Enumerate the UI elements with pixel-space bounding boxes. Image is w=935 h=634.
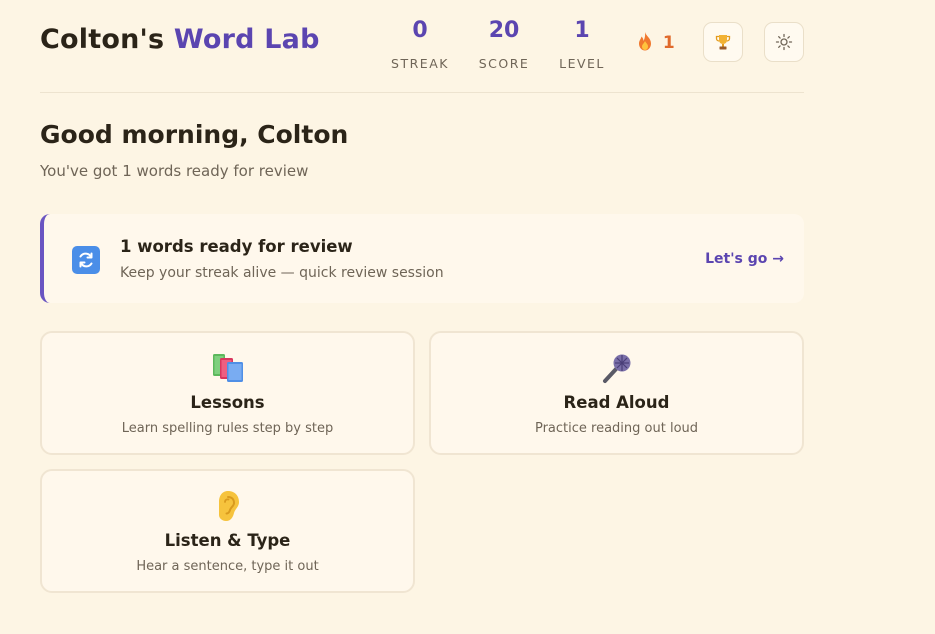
read-aloud-title: Read Aloud	[563, 393, 670, 412]
stat-level-label: LEVEL	[559, 56, 605, 71]
lessons-subtitle: Learn spelling rules step by step	[121, 421, 334, 436]
stat-streak-label: STREAK	[391, 56, 449, 71]
stat-level: 1 LEVEL	[542, 16, 622, 71]
refresh-icon	[72, 246, 100, 274]
settings-button[interactable]	[764, 22, 804, 62]
stat-streak: 0 STREAK	[380, 16, 460, 71]
lessons-title: Lessons	[190, 393, 265, 412]
stat-score-value: 20	[488, 18, 520, 43]
app-title: Colton's Word Lab	[40, 24, 320, 55]
header: Colton's Word Lab 0 STREAK 20 SCORE 1 LE…	[40, 0, 804, 93]
app-page: Colton's Word Lab 0 STREAK 20 SCORE 1 LE…	[0, 0, 935, 634]
stat-score-label: SCORE	[478, 56, 530, 71]
microphone-icon	[431, 349, 802, 387]
lessons-card[interactable]: Lessons Learn spelling rules step by ste…	[40, 331, 415, 455]
ear-icon	[42, 487, 413, 525]
read-aloud-card[interactable]: Read Aloud Practice reading out loud	[429, 331, 804, 455]
app-title-name: Word Lab	[173, 24, 320, 55]
fire-count: 1	[662, 33, 675, 53]
listen-type-subtitle: Hear a sentence, type it out	[136, 559, 319, 574]
main-container: Colton's Word Lab 0 STREAK 20 SCORE 1 LE…	[40, 0, 804, 593]
listen-type-title: Listen & Type	[164, 531, 291, 550]
review-banner[interactable]: 1 words ready for review Keep your strea…	[40, 214, 804, 303]
read-aloud-subtitle: Practice reading out loud	[534, 421, 699, 436]
app-title-owner: Colton's	[40, 24, 165, 55]
review-title: 1 words ready for review	[120, 237, 353, 256]
review-subtitle: Keep your streak alive — quick review se…	[120, 265, 444, 281]
stat-streak-value: 0	[412, 18, 428, 43]
books-icon	[42, 349, 413, 387]
trophy-button[interactable]	[703, 22, 743, 62]
lets-go-link[interactable]: Let's go →	[705, 251, 784, 267]
fire-icon	[639, 32, 651, 51]
greeting-title: Good morning, Colton	[40, 120, 349, 149]
stat-level-value: 1	[574, 18, 590, 43]
trophy-icon	[715, 35, 731, 50]
greeting-subtitle: You've got 1 words ready for review	[40, 162, 309, 180]
listen-type-card[interactable]: Listen & Type Hear a sentence, type it o…	[40, 469, 415, 593]
settings-icon	[775, 33, 793, 51]
stat-score: 20 SCORE	[464, 16, 544, 71]
fire-streak-badge: 1	[637, 32, 675, 53]
